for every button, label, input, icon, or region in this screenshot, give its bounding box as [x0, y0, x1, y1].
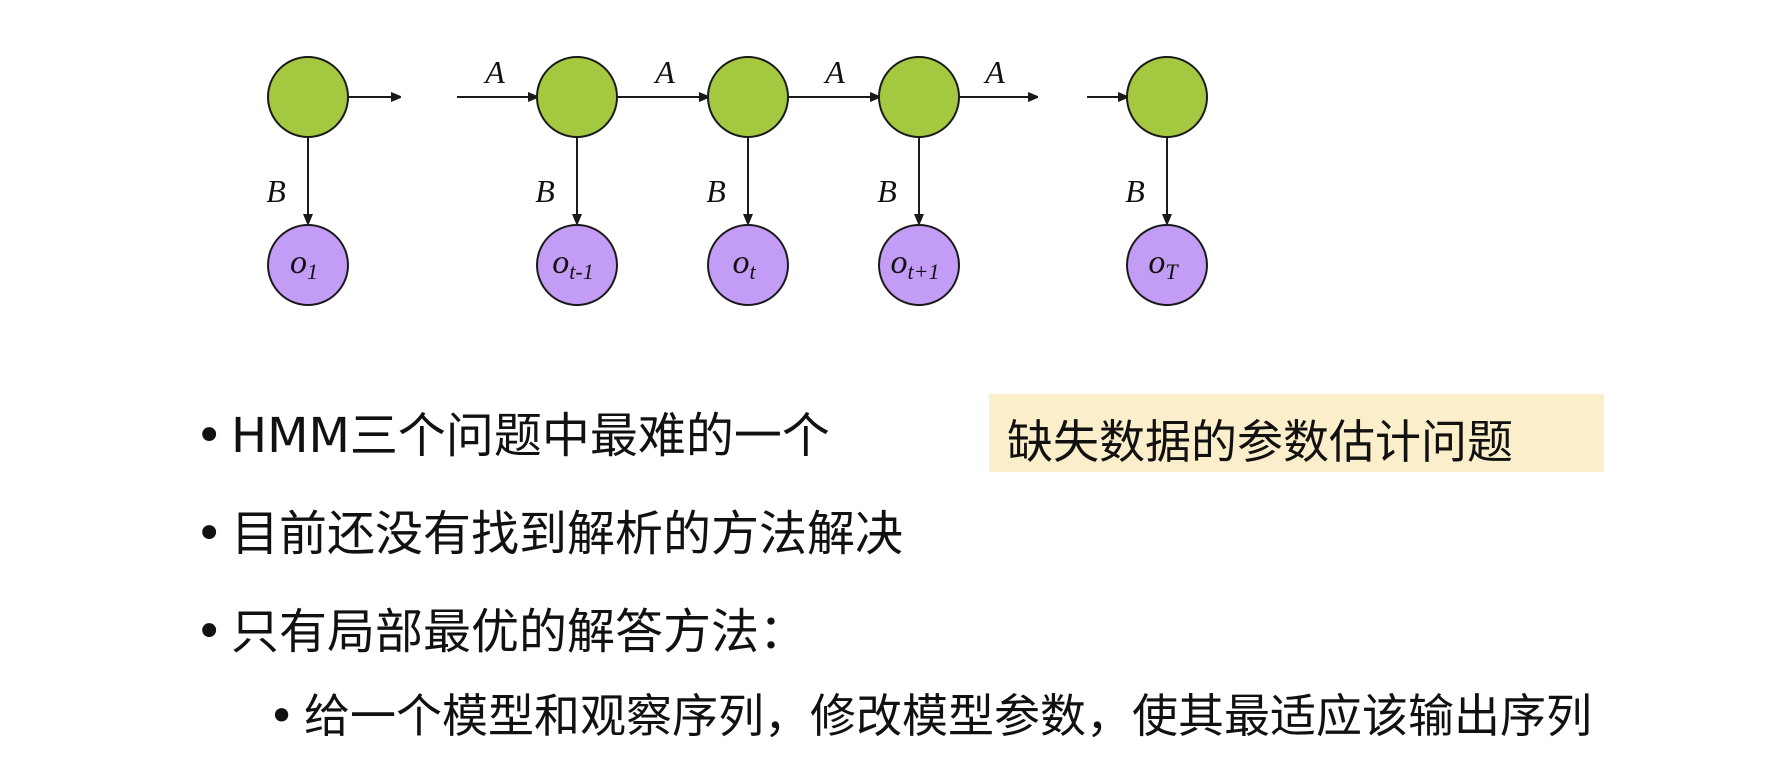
- bullet-dot: •: [195, 604, 224, 660]
- bullet-dot: •: [195, 408, 224, 464]
- bullet-3-text: 只有局部最优的解答方法：: [231, 604, 808, 660]
- bullet-2-text: 目前还没有找到解析的方法解决: [231, 506, 904, 562]
- bullet-2: • 目前还没有找到解析的方法解决: [195, 494, 903, 564]
- sub-bullet-1: • 给一个模型和观察序列，修改模型参数，使其最适应该输出序列: [268, 680, 1592, 746]
- bullet-3: • 只有局部最优的解答方法：: [195, 592, 807, 662]
- highlight-text: 缺失数据的参数估计问题: [1007, 415, 1513, 469]
- highlight-box: 缺失数据的参数估计问题: [989, 394, 1604, 472]
- sub-bullet-1-text: 给一个模型和观察序列，修改模型参数，使其最适应该输出序列: [304, 689, 1592, 743]
- bullet-1-text: HMM三个问题中最难的一个: [231, 408, 830, 464]
- bullet-dot: •: [268, 689, 296, 743]
- bullet-1: • HMM三个问题中最难的一个: [195, 396, 830, 466]
- bullet-dot: •: [195, 506, 224, 562]
